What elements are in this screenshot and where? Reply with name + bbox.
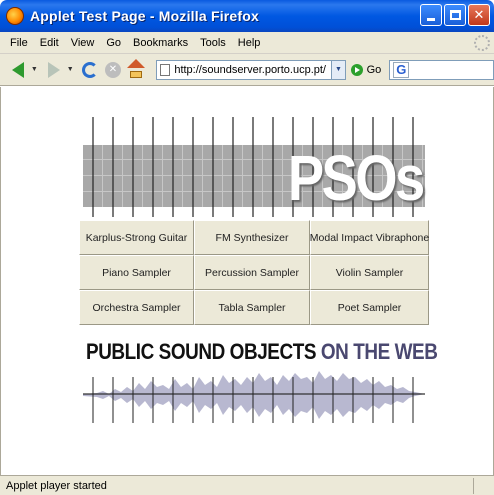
menu-bookmarks[interactable]: Bookmarks bbox=[127, 37, 194, 49]
orchestra-sampler-button[interactable]: Orchestra Sampler bbox=[79, 290, 194, 325]
menu-file[interactable]: File bbox=[4, 37, 34, 49]
karplus-strong-guitar-button[interactable]: Karplus-Strong Guitar bbox=[79, 220, 194, 255]
forward-button[interactable] bbox=[44, 59, 65, 81]
menu-help-label: Help bbox=[237, 36, 261, 49]
instrument-grid: Karplus-Strong Guitar FM Synthesizer Mod… bbox=[79, 220, 429, 325]
menu-help[interactable]: Help bbox=[232, 37, 267, 49]
window-controls: ✕ bbox=[420, 4, 490, 26]
menu-go[interactable]: Go bbox=[100, 37, 127, 49]
status-bar: Applet player started bbox=[0, 475, 494, 495]
menu-file-label: File bbox=[10, 36, 28, 49]
tabla-sampler-button[interactable]: Tabla Sampler bbox=[194, 290, 310, 325]
minimize-button[interactable] bbox=[420, 4, 442, 26]
go-label: Go bbox=[366, 63, 382, 76]
close-button[interactable]: ✕ bbox=[468, 4, 490, 26]
forward-arrow-icon bbox=[48, 61, 61, 78]
page-icon bbox=[160, 63, 171, 76]
firefox-icon bbox=[6, 7, 24, 25]
window-title: Applet Test Page - Mozilla Firefox bbox=[30, 8, 260, 24]
throbber-icon bbox=[474, 35, 490, 51]
back-arrow-icon bbox=[12, 61, 25, 78]
url-history-dropdown[interactable]: ▼ bbox=[332, 59, 346, 80]
home-button[interactable] bbox=[125, 58, 146, 81]
forward-history-dropdown[interactable]: ▼ bbox=[67, 66, 74, 73]
menu-tools-label: Tools bbox=[200, 36, 226, 49]
fm-synthesizer-button[interactable]: FM Synthesizer bbox=[194, 220, 310, 255]
menu-go-label: Go bbox=[106, 36, 122, 49]
go-arrow-icon bbox=[350, 63, 363, 76]
status-text: Applet player started bbox=[6, 479, 107, 492]
maximize-button[interactable] bbox=[444, 4, 466, 26]
minimize-icon bbox=[427, 17, 435, 21]
go-button[interactable]: Go bbox=[350, 63, 382, 76]
poet-sampler-button[interactable]: Poet Sampler bbox=[310, 290, 429, 325]
menu-edit[interactable]: Edit bbox=[34, 37, 65, 49]
page-content: PSOs Karplus-Strong Guitar FM Synthesize… bbox=[0, 87, 494, 475]
status-divider bbox=[473, 478, 474, 494]
navigation-toolbar: ▼ ▼ ✕ http://soundserver.porto.ucp.pt/ ▼… bbox=[0, 54, 494, 86]
waveform-graphic bbox=[83, 371, 425, 423]
back-history-dropdown[interactable]: ▼ bbox=[31, 66, 38, 73]
url-bar[interactable]: http://soundserver.porto.ucp.pt/ bbox=[156, 59, 333, 80]
pso-banner: PSOs bbox=[83, 117, 426, 217]
reload-button[interactable] bbox=[80, 59, 101, 81]
close-icon: ✕ bbox=[473, 7, 485, 22]
chevron-down-icon: ▼ bbox=[334, 66, 342, 73]
search-input[interactable]: G bbox=[389, 59, 494, 80]
waveform-shape bbox=[83, 371, 425, 419]
piano-sampler-button[interactable]: Piano Sampler bbox=[79, 255, 194, 290]
url-text: http://soundserver.porto.ucp.pt/ bbox=[174, 63, 326, 76]
headline-part-2: ON THE WEB bbox=[320, 339, 438, 364]
google-search-icon: G bbox=[393, 61, 410, 78]
headline-part-1: PUBLIC SOUND OBJECTS bbox=[86, 339, 317, 364]
pso-logo-text: PSOs bbox=[288, 142, 425, 214]
page-headline: PUBLIC SOUND OBJECTS ON THE WEB bbox=[86, 339, 438, 365]
menu-view-label: View bbox=[70, 36, 95, 49]
menu-view[interactable]: View bbox=[65, 37, 101, 49]
back-button[interactable] bbox=[8, 59, 29, 81]
maximize-icon bbox=[449, 10, 461, 20]
violin-sampler-button[interactable]: Violin Sampler bbox=[310, 255, 429, 290]
stop-button[interactable]: ✕ bbox=[103, 59, 124, 81]
menu-bar: File Edit View Go Bookmarks Tools Help bbox=[0, 32, 494, 54]
stop-icon: ✕ bbox=[104, 61, 121, 78]
menu-tools[interactable]: Tools bbox=[194, 37, 232, 49]
reload-icon bbox=[82, 61, 99, 78]
menu-bookmarks-label: Bookmarks bbox=[133, 36, 189, 49]
modal-impact-vibraphone-button[interactable]: Modal Impact Vibraphone bbox=[310, 220, 429, 255]
percussion-sampler-button[interactable]: Percussion Sampler bbox=[194, 255, 310, 290]
menu-edit-label: Edit bbox=[39, 36, 59, 49]
home-icon bbox=[126, 58, 146, 80]
title-bar[interactable]: Applet Test Page - Mozilla Firefox ✕ bbox=[0, 0, 494, 32]
